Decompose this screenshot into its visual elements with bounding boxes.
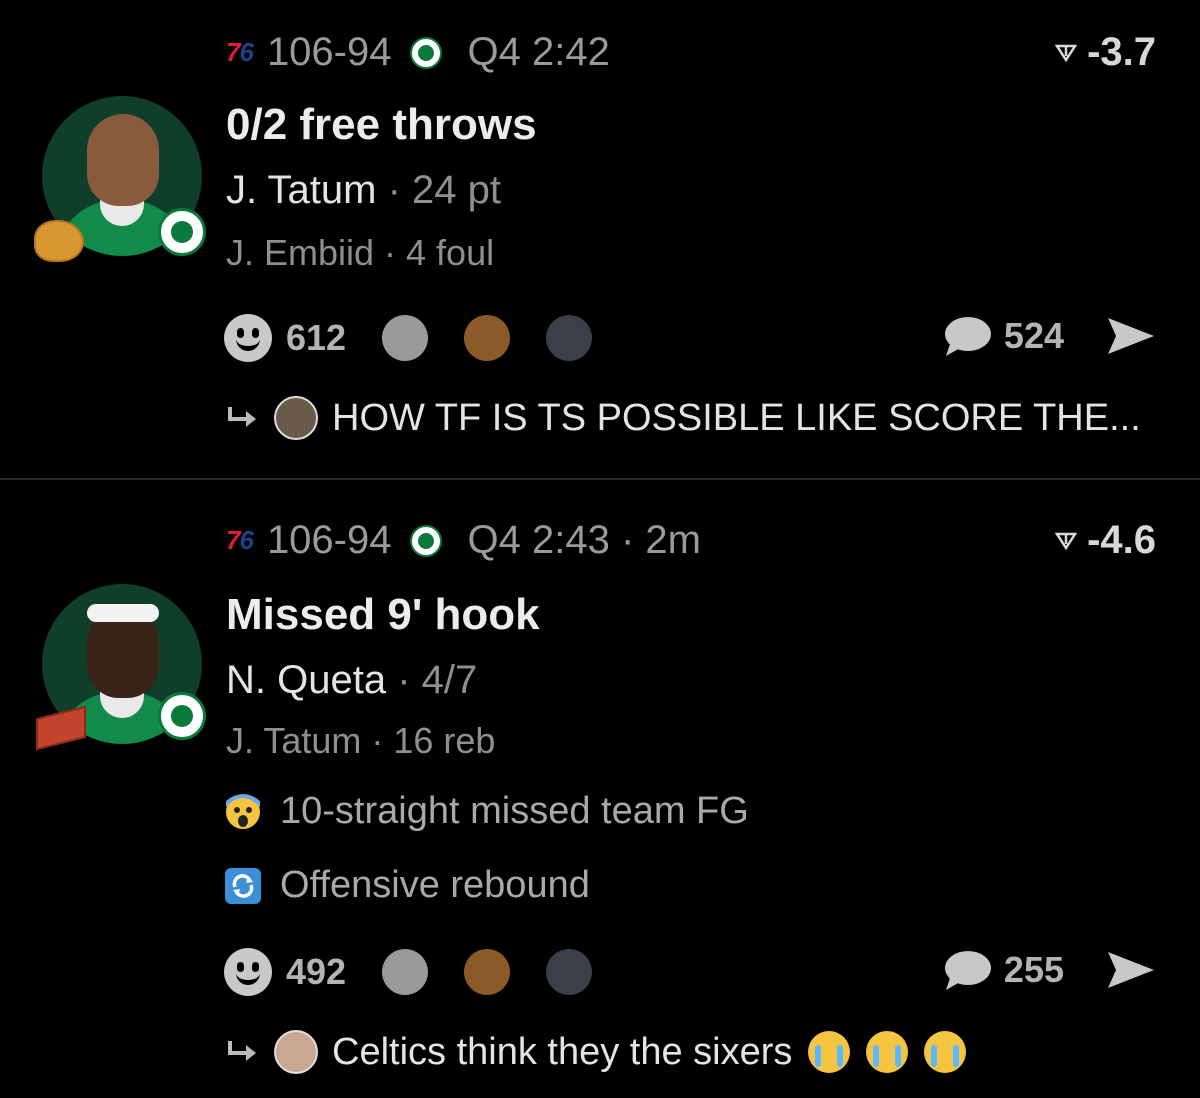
reactor-avatar-3	[546, 315, 593, 361]
play-card-1[interactable]: 76 106-94 Q4 2:42 -3.7 0/2 free throws J…	[0, 0, 1200, 478]
comment-count: 524	[1003, 315, 1064, 356]
player-face	[87, 114, 159, 206]
win-prob-arrow-icon	[1055, 532, 1078, 550]
comment-icon[interactable]	[942, 314, 992, 358]
celtics-badge-icon	[158, 692, 206, 740]
score-text: 106-94	[266, 518, 392, 562]
score-text: 106-94	[266, 30, 392, 74]
player-line: N. Queta · 4/7	[226, 658, 477, 703]
tag-streak: 10-straight missed team FG	[224, 790, 749, 833]
headband	[87, 604, 159, 622]
play-card-2[interactable]: 76 106-94 Q4 2:43 · 2m -4.6 Missed 9' ho…	[0, 480, 1200, 1098]
celtics-logo	[409, 36, 442, 69]
comment-icon[interactable]	[942, 948, 992, 992]
reaction-count: 612	[286, 317, 347, 358]
tag-text: 10-straight missed team FG	[280, 790, 749, 832]
celtics-logo	[409, 524, 442, 557]
player-line: J. Tatum · 24 pt	[226, 168, 501, 213]
score-row: 76 106-94 Q4 2:42	[226, 30, 610, 75]
reply-preview[interactable]: Celtics think they the sixers	[226, 1030, 967, 1074]
crying-emoji-icon	[808, 1031, 851, 1073]
crying-emoji-icon	[866, 1031, 909, 1073]
win-probability: -3.7	[1055, 30, 1156, 75]
celtics-badge-icon	[158, 208, 206, 256]
reply-user-avatar	[274, 1030, 318, 1074]
share-icon[interactable]	[1106, 950, 1156, 990]
reaction-count: 492	[286, 951, 347, 992]
reactions-row[interactable]: 492	[224, 948, 593, 996]
sixers-logo: 76	[226, 37, 254, 67]
play-headline: Missed 9' hook	[226, 590, 540, 639]
win-prob-value: -3.7	[1087, 30, 1156, 74]
reply-text: HOW TF IS TS POSSIBLE LIKE SCORE THE...	[332, 396, 1141, 439]
refresh-icon	[224, 867, 262, 905]
reply-arrow-icon	[228, 1041, 256, 1061]
scream-emoji-icon	[224, 793, 262, 831]
win-prob-value: -4.6	[1087, 518, 1156, 562]
crying-emoji-icon	[924, 1031, 967, 1073]
win-prob-arrow-icon	[1055, 44, 1078, 62]
tag-rebound: Offensive rebound	[224, 864, 590, 907]
reply-arrow-icon	[228, 407, 256, 427]
player-stat: · 24 pt	[387, 168, 501, 212]
secondary-line: J. Embiid · 4 foul	[226, 232, 495, 273]
game-clock: Q4 2:42	[467, 30, 610, 74]
reactor-avatar-2	[464, 315, 511, 361]
tag-text: Offensive rebound	[280, 864, 590, 906]
win-probability: -4.6	[1055, 518, 1156, 563]
smile-reaction-icon[interactable]	[224, 948, 272, 996]
player-name[interactable]: J. Tatum	[226, 168, 376, 212]
secondary-line: J. Tatum · 16 reb	[226, 720, 496, 761]
play-headline: 0/2 free throws	[226, 100, 537, 149]
player-stat: · 4/7	[397, 658, 478, 702]
comment-count: 255	[1003, 949, 1064, 990]
reply-text: Celtics think they the sixers	[332, 1030, 793, 1073]
game-clock: Q4 2:43 · 2m	[467, 518, 701, 562]
reply-user-avatar	[274, 396, 318, 440]
sixers-logo: 76	[226, 525, 254, 555]
reactor-avatar-1	[382, 949, 429, 995]
smile-reaction-icon[interactable]	[224, 314, 272, 362]
reactor-avatar-1	[382, 315, 429, 361]
comment-group[interactable]: 255	[942, 948, 1156, 992]
comment-group[interactable]: 524	[942, 314, 1156, 358]
reactor-avatar-2	[464, 949, 511, 995]
share-icon[interactable]	[1106, 316, 1156, 356]
score-row: 76 106-94 Q4 2:43 · 2m	[226, 518, 701, 563]
reply-preview[interactable]: HOW TF IS TS POSSIBLE LIKE SCORE THE...	[226, 396, 1141, 440]
reactor-avatar-3	[546, 949, 593, 995]
chicken-nugget-icon	[34, 220, 84, 262]
reactions-row[interactable]: 612	[224, 314, 593, 362]
player-name[interactable]: N. Queta	[226, 658, 386, 702]
